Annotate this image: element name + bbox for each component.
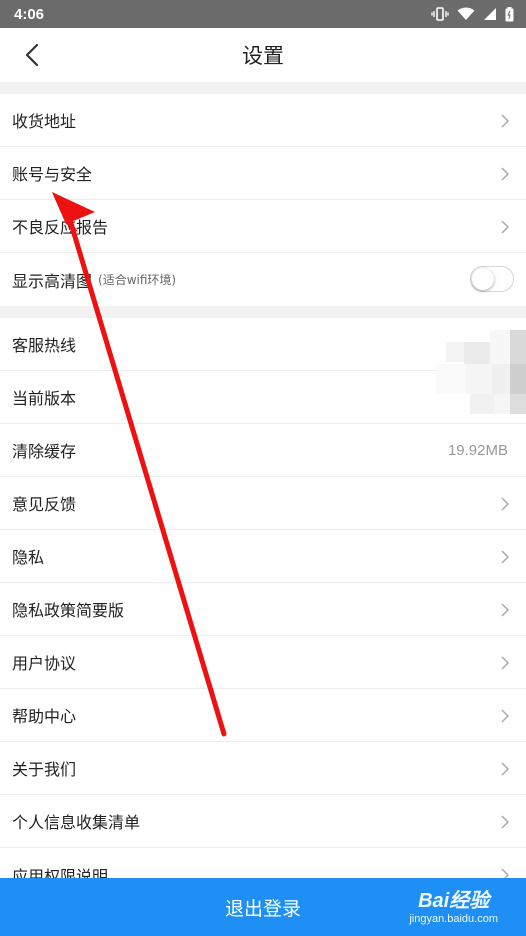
battery-icon: [505, 6, 514, 21]
chevron-right-icon: [501, 114, 510, 128]
settings-item-hint: (适合wifi环境): [98, 273, 177, 287]
settings-item-privacy-summary[interactable]: 隐私政策简要版: [0, 583, 526, 636]
settings-item-label: 显示高清图: [12, 271, 93, 291]
chevron-right-icon: [501, 497, 510, 511]
vibrate-icon: [431, 7, 449, 21]
settings-item-label: 用户协议: [12, 654, 77, 673]
wifi-icon: [457, 7, 475, 20]
chevron-right-icon: [501, 656, 510, 670]
chevron-right-icon: [501, 550, 510, 564]
settings-item-hd-images: 显示高清图 (适合wifi环境): [0, 253, 526, 306]
status-time: 4:06: [14, 5, 45, 23]
settings-item-label: 帮助中心: [12, 707, 77, 726]
status-bar: 4:06: [0, 0, 526, 28]
settings-item-personal-info-list[interactable]: 个人信息收集清单: [0, 795, 526, 848]
chevron-right-icon: [501, 167, 510, 181]
page-title: 设置: [242, 44, 284, 68]
settings-item-label: 收货地址: [12, 112, 77, 131]
settings-item-adverse-reaction[interactable]: 不良反应报告: [0, 200, 526, 253]
status-icons: [431, 6, 514, 22]
settings-item-clear-cache[interactable]: 清除缓存 19.92MB: [0, 424, 526, 477]
settings-item-label: 隐私政策简要版: [12, 601, 125, 620]
settings-item-account-security[interactable]: 账号与安全: [0, 147, 526, 200]
settings-item-label: 隐私: [12, 548, 45, 567]
back-arrow-icon[interactable]: [20, 42, 46, 68]
settings-item-label: 账号与安全: [12, 165, 93, 184]
settings-item-feedback[interactable]: 意见反馈: [0, 477, 526, 530]
signal-icon: [484, 8, 496, 20]
logout-label: 退出登录: [224, 897, 301, 920]
chevron-right-icon: [501, 603, 510, 617]
settings-item-label: 关于我们: [12, 760, 77, 779]
section-divider: [0, 82, 526, 94]
settings-item-label: 不良反应报告: [12, 218, 109, 237]
hd-images-toggle[interactable]: [470, 266, 514, 292]
settings-item-help-center[interactable]: 帮助中心: [0, 689, 526, 742]
settings-item-label: 当前版本: [12, 389, 77, 408]
settings-item-privacy[interactable]: 隐私: [0, 530, 526, 583]
chevron-right-icon: [501, 762, 510, 776]
settings-item-label: 个人信息收集清单: [12, 813, 141, 832]
settings-item-shipping-address[interactable]: 收货地址: [0, 94, 526, 147]
settings-item-label: 清除缓存: [12, 442, 77, 461]
settings-item-label: 意见反馈: [12, 495, 77, 514]
chevron-right-icon: [501, 709, 510, 723]
toggle-knob: [472, 268, 494, 290]
chevron-right-icon: [501, 220, 510, 234]
section-divider: [0, 306, 526, 318]
chevron-right-icon: [501, 815, 510, 829]
settings-item-about-us[interactable]: 关于我们: [0, 742, 526, 795]
redacted-hotline-patch: [436, 330, 526, 416]
watermark-url: jingyan.baidu.com: [409, 913, 498, 925]
settings-item-label: 客服热线: [12, 336, 77, 355]
settings-item-user-agreement[interactable]: 用户协议: [0, 636, 526, 689]
settings-group-account: 收货地址 账号与安全 不良反应报告 显示高清图 (适合wifi环境): [0, 94, 526, 306]
cache-size-value: 19.92MB: [447, 441, 508, 459]
baidu-jingyan-watermark: Bai经验 jingyan.baidu.com: [409, 884, 498, 925]
header: 设置: [0, 28, 526, 82]
watermark-brand: Bai经验: [418, 890, 490, 912]
